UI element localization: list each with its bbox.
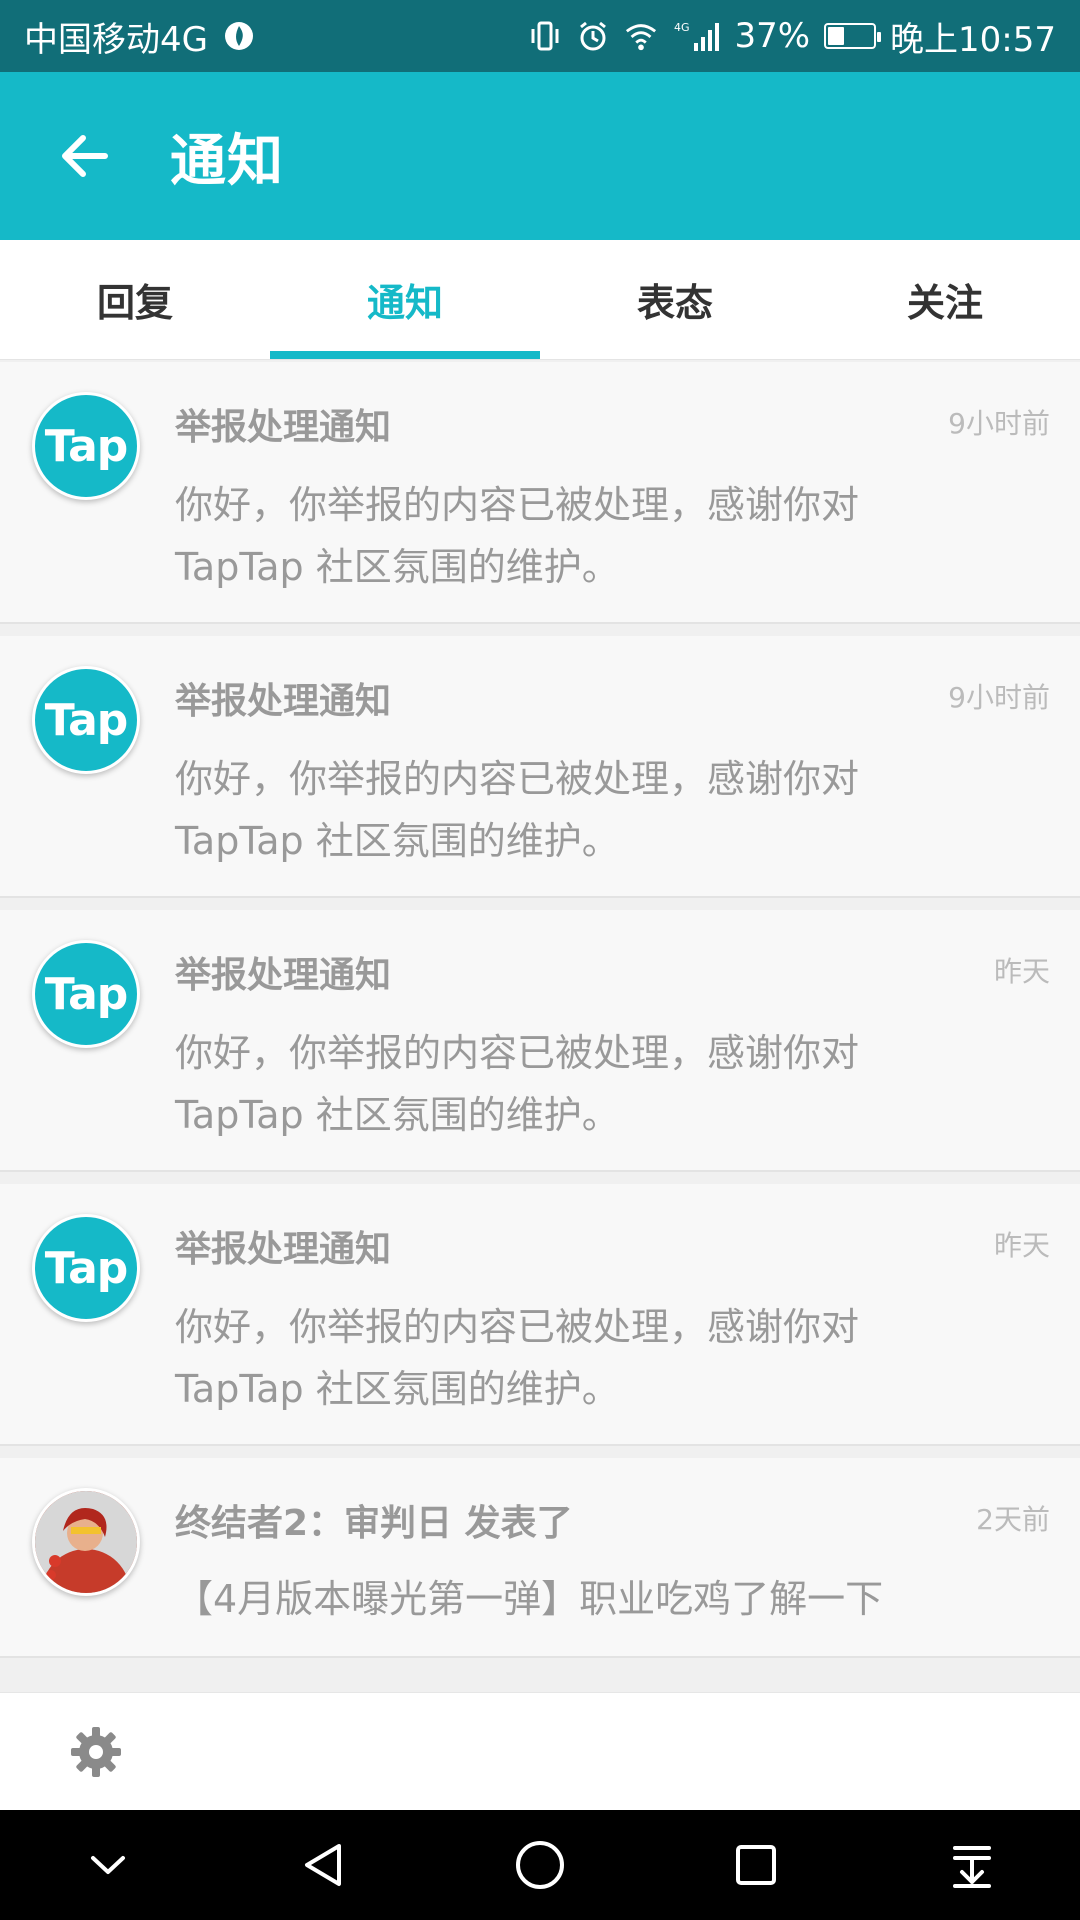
notification-list: Tap 举报处理通知 9小时前 你好，你举报的内容已被处理，感谢你对TapTap… (0, 362, 1080, 1692)
item-title: 举报处理通知 (175, 955, 392, 996)
list-item[interactable]: 终结者2：审判日 发表了 2天前 【4月版本曝光第一弹】职业吃鸡了解一下 (0, 1458, 1080, 1658)
game-avatar (32, 1488, 140, 1596)
vibrate-icon (528, 19, 562, 53)
tab-reply[interactable]: 回复 (0, 240, 270, 359)
battery-icon (824, 23, 882, 49)
list-item[interactable]: Tap 举报处理通知 昨天 你好，你举报的内容已被处理，感谢你对TapTap 社… (0, 910, 1080, 1172)
battery-percent: 37% (734, 16, 811, 56)
download-tray-icon (953, 1846, 991, 1888)
battery-level-fill (828, 27, 845, 45)
signal-icon: 4G (672, 19, 720, 53)
clock: 晚上10:57 (890, 19, 1056, 60)
item-body: 你好，你举报的内容已被处理，感谢你对TapTap 社区氛围的维护。 (175, 1031, 860, 1137)
nav-back-button[interactable] (284, 1825, 364, 1905)
network-type-label: 4G (674, 21, 690, 34)
item-title: 举报处理通知 (175, 681, 392, 722)
nav-notifications-button[interactable] (932, 1825, 1012, 1905)
tab-notice[interactable]: 通知 (270, 240, 540, 359)
avatar: Tap (32, 392, 140, 500)
list-item[interactable]: Tap 举报处理通知 9小时前 你好，你举报的内容已被处理，感谢你对TapTap… (0, 636, 1080, 898)
settings-bar (0, 1692, 1080, 1810)
item-title: 举报处理通知 (175, 1229, 392, 1270)
item-time: 9小时前 (948, 681, 1050, 714)
item-time: 昨天 (993, 1229, 1050, 1262)
recents-square-icon (736, 1845, 776, 1885)
back-triangle-icon (305, 1844, 341, 1886)
avatar: Tap (32, 940, 140, 1048)
back-button[interactable] (0, 72, 170, 240)
status-left: 中国移动4G (24, 12, 256, 61)
list-item[interactable]: Tap 举报处理通知 9小时前 你好，你举报的内容已被处理，感谢你对TapTap… (0, 362, 1080, 624)
home-circle-icon (516, 1841, 564, 1889)
item-body: 你好，你举报的内容已被处理，感谢你对TapTap 社区氛围的维护。 (175, 757, 860, 863)
item-body: 【4月版本曝光第一弹】职业吃鸡了解一下 (175, 1577, 884, 1621)
wifi-icon (624, 19, 658, 53)
alarm-icon (576, 19, 610, 53)
app-bar: 通知 (0, 72, 1080, 240)
item-title: 举报处理通知 (175, 407, 392, 448)
avatar: Tap (32, 1214, 140, 1322)
tab-bar: 回复 通知 表态 关注 (0, 240, 1080, 360)
navigation-bar (0, 1810, 1080, 1920)
gear-icon (71, 1726, 121, 1777)
app-notification-icon (222, 19, 256, 53)
item-time: 昨天 (993, 955, 1050, 988)
hide-nav-button[interactable] (68, 1825, 148, 1905)
list-item[interactable]: Tap 举报处理通知 昨天 你好，你举报的内容已被处理，感谢你对TapTap 社… (0, 1184, 1080, 1446)
item-title: 终结者2：审判日 发表了 (175, 1503, 573, 1544)
item-time: 2天前 (976, 1503, 1050, 1536)
item-body: 你好，你举报的内容已被处理，感谢你对TapTap 社区氛围的维护。 (175, 1305, 860, 1411)
item-time: 9小时前 (948, 407, 1050, 440)
nav-recents-button[interactable] (716, 1825, 796, 1905)
settings-button[interactable] (68, 1724, 124, 1780)
avatar: Tap (32, 666, 140, 774)
tab-reaction[interactable]: 表态 (540, 240, 810, 359)
carrier-label: 中国移动4G (24, 19, 208, 60)
arrow-left-icon (62, 135, 108, 177)
status-bar: 中国移动4G 4G 37% 晚上10:57 (0, 0, 1080, 72)
item-body: 你好，你举报的内容已被处理，感谢你对TapTap 社区氛围的维护。 (175, 483, 860, 589)
page-title: 通知 (170, 128, 284, 194)
nav-home-button[interactable] (500, 1825, 580, 1905)
tab-follow[interactable]: 关注 (810, 240, 1080, 359)
status-right: 4G 37% 晚上10:57 (528, 12, 1056, 61)
chevron-down-icon (91, 1856, 125, 1874)
